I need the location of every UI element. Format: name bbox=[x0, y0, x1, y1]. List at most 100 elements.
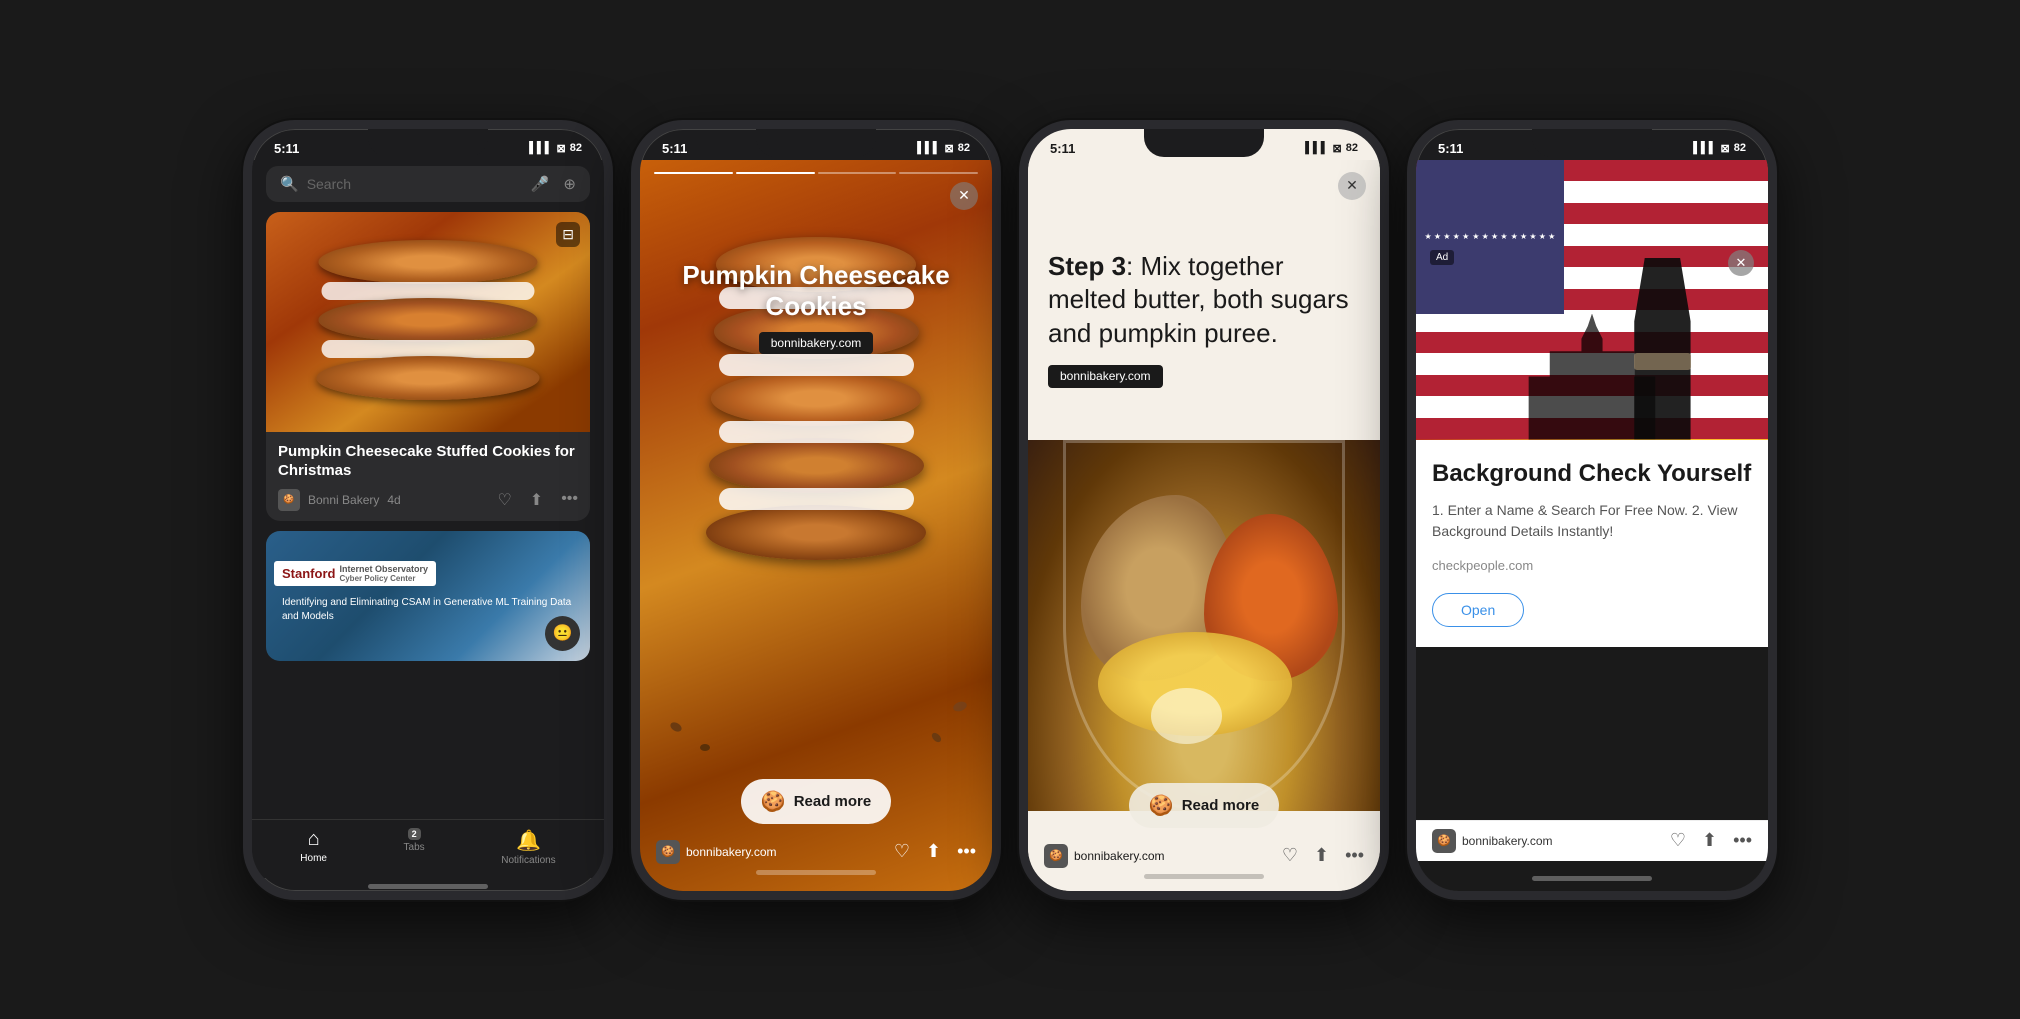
signal-icon-2: ▌▌▌ bbox=[917, 142, 940, 154]
phone-4: 5:11 ▌▌▌ ⊠ 82 bbox=[1407, 120, 1777, 900]
card-info-1: Pumpkin Cheesecake Stuffed Cookies for C… bbox=[266, 432, 590, 521]
stanford-body: Identifying and Eliminating CSAM in Gene… bbox=[274, 590, 582, 630]
story-footer-2: 🍪 bonnibakery.com ♡ ⬆ ••• bbox=[640, 834, 992, 864]
author-avatar: 😐 bbox=[545, 616, 580, 651]
notifications-label: Notifications bbox=[501, 855, 555, 866]
search-bar[interactable]: 🔍 Search 🎤 ⊕ bbox=[266, 166, 590, 202]
card-stanford[interactable]: Stanford Internet Observatory Cyber Poli… bbox=[266, 531, 590, 661]
home-indicator-4 bbox=[1532, 876, 1652, 881]
story-footer-3: 🍪 bonnibakery.com ♡ ⬆ ••• bbox=[1028, 838, 1380, 868]
story-close-2[interactable]: ✕ bbox=[950, 182, 978, 210]
share-icon-1[interactable]: ⬆ bbox=[530, 490, 543, 510]
progress-1 bbox=[654, 172, 733, 174]
source-name-1: Bonni Bakery bbox=[308, 493, 379, 507]
story-header-2: ✕ bbox=[654, 182, 978, 210]
footer-source-name-3: bonnibakery.com bbox=[1074, 849, 1165, 863]
ad-close-btn[interactable]: ✕ bbox=[1728, 250, 1754, 276]
footer-actions-2: ♡ ⬆ ••• bbox=[894, 841, 976, 862]
time-2: 5:11 bbox=[662, 141, 687, 156]
ad-title: Background Check Yourself bbox=[1432, 460, 1752, 489]
recipe-step-text: Step 3: Mix together melted butter, both… bbox=[1028, 250, 1380, 389]
heart-icon-1[interactable]: ♡ bbox=[497, 490, 511, 510]
progress-bars-2 bbox=[654, 172, 978, 174]
home-label: Home bbox=[300, 853, 327, 864]
ad-description: 1. Enter a Name & Search For Free Now. 2… bbox=[1432, 500, 1752, 542]
footer-more-2[interactable]: ••• bbox=[957, 841, 976, 862]
phone4-source: 🍪 bonnibakery.com bbox=[1432, 829, 1553, 853]
phone4-more[interactable]: ••• bbox=[1733, 830, 1752, 851]
story-title-2: Pumpkin Cheesecake Cookies bbox=[660, 260, 972, 322]
nav-tabs[interactable]: 2 Tabs bbox=[404, 828, 425, 866]
progress-2 bbox=[736, 172, 815, 174]
phone-3: 5:11 ▌▌▌ ⊠ 82 ✕ Step 3: Mix together mel… bbox=[1019, 120, 1389, 900]
tabs-label: Tabs bbox=[404, 842, 425, 853]
nav-home[interactable]: ⌂ Home bbox=[300, 828, 327, 866]
status-icons-3: ▌▌▌ ⊠ 82 bbox=[1305, 142, 1358, 155]
footer-more-3[interactable]: ••• bbox=[1345, 845, 1364, 866]
footer-heart-2[interactable]: ♡ bbox=[894, 841, 910, 862]
wifi-icon-2: ⊠ bbox=[945, 142, 954, 155]
tabs-count: 2 bbox=[408, 828, 421, 840]
status-icons-4: ▌▌▌ ⊠ 82 bbox=[1693, 142, 1746, 155]
bookmark-icon[interactable]: ⊟ bbox=[556, 222, 580, 247]
story-viewer-4: ★ ★ ★ ★ ★ ★ ★ ★ ★ ★ ★ ★ ★ ★ Ad ✕ Backgro… bbox=[1416, 160, 1768, 891]
status-bar-3: 5:11 ▌▌▌ ⊠ 82 bbox=[1028, 129, 1380, 160]
status-icons-1: ▌▌▌ ⊠ 82 bbox=[529, 142, 582, 155]
nav-notifications[interactable]: 🔔 Notifications bbox=[501, 828, 555, 866]
time-3: 5:11 bbox=[1050, 141, 1075, 156]
handcuffs bbox=[1634, 353, 1690, 370]
home-indicator-2 bbox=[756, 870, 876, 875]
ad-open-button[interactable]: Open bbox=[1432, 593, 1524, 627]
read-more-emoji-3: 🍪 bbox=[1149, 793, 1174, 818]
stanford-text: Stanford bbox=[282, 566, 335, 581]
phone4-source-name: bonnibakery.com bbox=[1462, 834, 1553, 848]
scan-icon[interactable]: ⊕ bbox=[563, 175, 576, 193]
phone4-heart[interactable]: ♡ bbox=[1670, 830, 1686, 851]
stanford-logo: Stanford Internet Observatory Cyber Poli… bbox=[274, 561, 436, 586]
wifi-icon-4: ⊠ bbox=[1721, 142, 1730, 155]
status-bar-2: 5:11 ▌▌▌ ⊠ 82 bbox=[640, 129, 992, 160]
source-avatar-1: 🍪 bbox=[278, 489, 300, 511]
time-ago-1: 4d bbox=[387, 493, 400, 507]
footer-share-2[interactable]: ⬆ bbox=[926, 841, 941, 862]
battery-1: 82 bbox=[570, 142, 582, 154]
bowl-image bbox=[1028, 440, 1380, 811]
search-placeholder: Search bbox=[307, 176, 351, 192]
progress-4 bbox=[899, 172, 978, 174]
phone4-footer: 🍪 bonnibakery.com ♡ ⬆ ••• bbox=[1416, 820, 1768, 861]
ad-flag-image: ★ ★ ★ ★ ★ ★ ★ ★ ★ ★ ★ ★ ★ ★ bbox=[1416, 160, 1768, 440]
story-close-3[interactable]: ✕ bbox=[1338, 172, 1366, 200]
stanford-img: Stanford Internet Observatory Cyber Poli… bbox=[266, 531, 590, 661]
battery-2: 82 bbox=[958, 142, 970, 154]
time-4: 5:11 bbox=[1438, 141, 1463, 156]
time-1: 5:11 bbox=[274, 141, 299, 156]
wifi-icon-1: ⊠ bbox=[557, 142, 566, 155]
phone-1: 5:11 ▌▌▌ ⊠ 82 🔍 Search 🎤 ⊕ bbox=[243, 120, 613, 900]
more-icon-1[interactable]: ••• bbox=[561, 490, 578, 510]
policy-text: Cyber Policy Center bbox=[339, 574, 428, 583]
search-right-icons: 🎤 ⊕ bbox=[531, 175, 576, 193]
read-more-btn-2[interactable]: 🍪 Read more bbox=[741, 779, 891, 824]
footer-source-name-2: bonnibakery.com bbox=[686, 845, 777, 859]
read-more-label-2: Read more bbox=[794, 793, 872, 810]
status-icons-2: ▌▌▌ ⊠ 82 bbox=[917, 142, 970, 155]
card-title-1: Pumpkin Cheesecake Stuffed Cookies for C… bbox=[278, 442, 578, 481]
footer-share-3[interactable]: ⬆ bbox=[1314, 845, 1329, 866]
phone4-share[interactable]: ⬆ bbox=[1702, 830, 1717, 851]
footer-source-2: 🍪 bonnibakery.com bbox=[656, 840, 777, 864]
observatory-text: Internet Observatory bbox=[339, 564, 428, 574]
story-bottom-3: 🍪 Read more 🍪 bonnibakery.com ♡ ⬆ ••• bbox=[1028, 783, 1380, 891]
card-actions-1: ♡ ⬆ ••• bbox=[497, 490, 578, 510]
battery-4: 82 bbox=[1734, 142, 1746, 154]
footer-heart-3[interactable]: ♡ bbox=[1282, 845, 1298, 866]
story-overlay-top-3: ✕ bbox=[1028, 160, 1380, 208]
home-indicator-3 bbox=[1144, 874, 1264, 879]
step-label: Step 3 bbox=[1048, 251, 1126, 281]
mic-icon[interactable]: 🎤 bbox=[531, 175, 550, 193]
search-icon: 🔍 bbox=[280, 175, 299, 193]
story-viewer-3: ✕ Step 3: Mix together melted butter, bo… bbox=[1028, 160, 1380, 891]
signal-icon-4: ▌▌▌ bbox=[1693, 142, 1716, 154]
card-cookie[interactable]: ⊟ Pumpkin Cheesecake Stuffed Cookies for… bbox=[266, 212, 590, 521]
story-viewer-2: ✕ Pumpkin Cheesecake Cookies bonnibakery… bbox=[640, 160, 992, 891]
read-more-btn-3[interactable]: 🍪 Read more bbox=[1129, 783, 1279, 828]
